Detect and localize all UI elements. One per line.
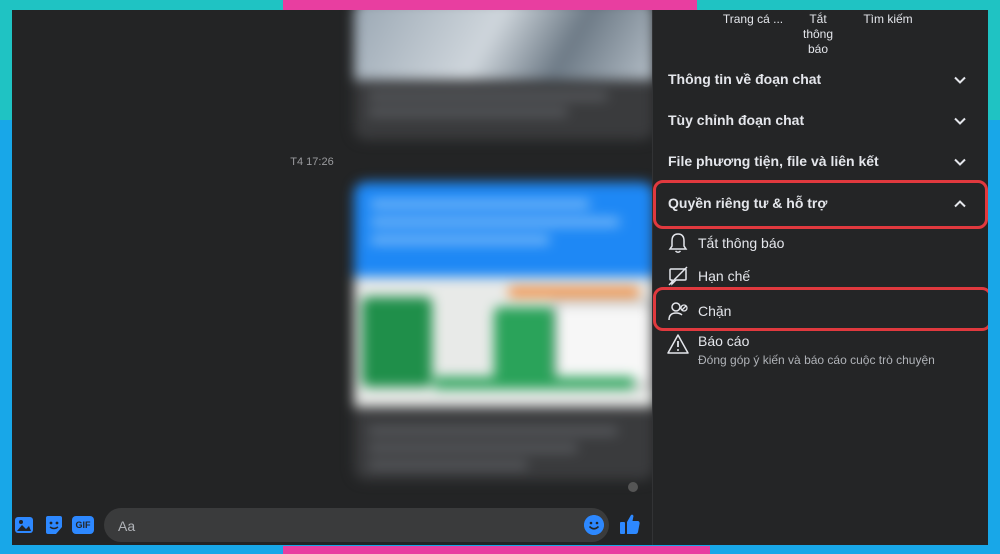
chat-details-panel: Trang cá ... Tắt thông báo Tìm kiếm Thôn…	[652, 10, 988, 545]
section-label: Tùy chỉnh đoạn chat	[668, 112, 805, 128]
chat-thread[interactable]: T4 17:26 GIF Aa	[12, 10, 654, 545]
menu-item-label: Hạn chế	[698, 268, 751, 284]
menu-item-report[interactable]: Báo cáo Đóng góp ý kiến và báo cáo cuộc …	[653, 332, 988, 372]
search-action[interactable]: Tìm kiếm	[858, 12, 918, 27]
message-timestamp: T4 17:26	[290, 156, 334, 168]
frame-decoration	[283, 546, 710, 554]
like-icon[interactable]	[619, 513, 641, 535]
gif-icon[interactable]: GIF	[72, 516, 94, 534]
highlight-box	[653, 180, 988, 229]
warning-icon	[667, 334, 689, 354]
menu-item-description: Đóng góp ý kiến và báo cáo cuộc trò chuy…	[698, 353, 935, 367]
menu-item-mute-notifications[interactable]: Tắt thông báo	[653, 232, 988, 262]
section-chat-info[interactable]: Thông tin về đoạn chat	[653, 60, 988, 100]
sticker-icon[interactable]	[44, 515, 64, 535]
message-input[interactable]	[116, 508, 580, 544]
message-composer: GIF	[12, 507, 652, 545]
chevron-down-icon	[954, 158, 966, 166]
messenger-window: T4 17:26 GIF Aa Trang cá ... Tắt thông b…	[12, 10, 988, 545]
section-customize-chat[interactable]: Tùy chỉnh đoạn chat	[653, 101, 988, 141]
mute-action[interactable]: Tắt thông báo	[793, 12, 843, 57]
bell-icon	[668, 233, 688, 253]
photo-icon[interactable]	[14, 515, 34, 535]
chevron-down-icon	[954, 117, 966, 125]
highlight-box	[653, 287, 988, 331]
section-label: File phương tiện, file và liên kết	[668, 153, 879, 169]
blurred-message	[354, 10, 654, 140]
section-label: Thông tin về đoạn chat	[668, 71, 822, 87]
profile-actions: Trang cá ... Tắt thông báo Tìm kiếm	[653, 12, 988, 56]
chevron-down-icon	[954, 76, 966, 84]
seen-avatar	[628, 482, 638, 492]
section-media-files-links[interactable]: File phương tiện, file và liên kết	[653, 142, 988, 182]
restrict-icon	[668, 266, 688, 286]
frame-decoration	[283, 0, 697, 10]
blurred-message	[354, 182, 654, 480]
emoji-icon[interactable]	[584, 515, 604, 535]
profile-action[interactable]: Trang cá ...	[713, 12, 793, 27]
menu-item-label: Tắt thông báo	[698, 235, 785, 251]
message-input-box	[104, 508, 609, 544]
menu-item-label: Báo cáo	[698, 333, 750, 349]
